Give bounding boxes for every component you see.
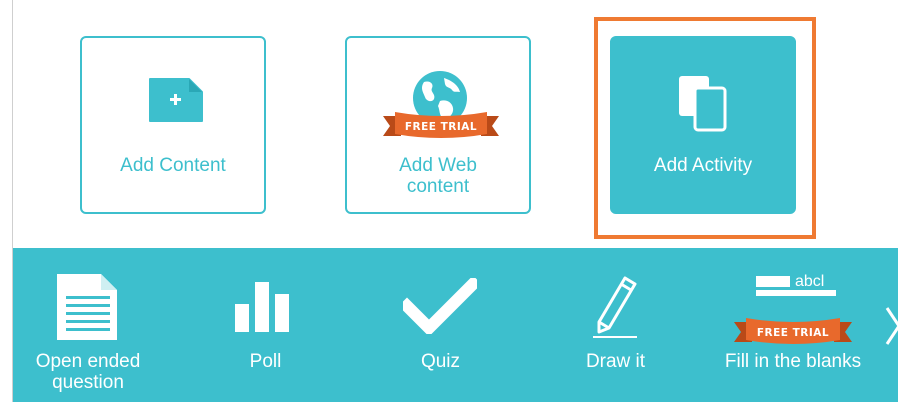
tool-draw-it-label: Draw it bbox=[585, 351, 646, 372]
content-options-panel: Add Content FREE TRIAL Add Web content A… bbox=[13, 0, 898, 248]
free-trial-badge-text: FREE TRIAL bbox=[405, 121, 477, 133]
add-document-icon bbox=[149, 78, 203, 122]
free-trial-ribbon: FREE TRIAL bbox=[383, 112, 499, 138]
document-lines-icon bbox=[57, 274, 117, 340]
add-activity-card[interactable]: Add Activity bbox=[610, 36, 796, 214]
tool-open-ended-label-line2: question bbox=[52, 372, 124, 393]
fill-blanks-free-trial-text: FREE TRIAL bbox=[757, 327, 829, 339]
copy-pages-icon bbox=[679, 76, 727, 132]
fill-blanks-icon-text: abcl bbox=[795, 273, 825, 290]
tool-poll[interactable]: Poll bbox=[203, 248, 328, 402]
free-trial-ribbon: FREE TRIAL bbox=[734, 318, 852, 344]
chevron-right-icon[interactable] bbox=[883, 304, 898, 348]
tool-open-ended-label-line1: Open ended bbox=[35, 351, 141, 372]
add-activity-label: Add Activity bbox=[653, 155, 753, 176]
add-content-card[interactable]: Add Content bbox=[80, 36, 266, 214]
tool-poll-label: Poll bbox=[249, 351, 282, 372]
add-web-content-card[interactable]: FREE TRIAL Add Web content bbox=[345, 36, 531, 214]
tool-draw-it[interactable]: Draw it bbox=[553, 248, 678, 402]
pencil-icon bbox=[593, 276, 637, 338]
tool-open-ended-question[interactable]: Open ended question bbox=[13, 248, 163, 402]
tool-fill-in-the-blanks[interactable]: abcl FREE TRIAL Fill in the blanks bbox=[708, 248, 878, 402]
tool-quiz-label: Quiz bbox=[420, 351, 461, 372]
checkmark-icon bbox=[403, 278, 477, 334]
tool-fill-in-the-blanks-label: Fill in the blanks bbox=[724, 351, 862, 372]
add-web-content-label-line2: content bbox=[406, 176, 470, 197]
tool-quiz[interactable]: Quiz bbox=[378, 248, 503, 402]
add-content-label: Add Content bbox=[120, 155, 226, 176]
bar-chart-icon bbox=[235, 282, 289, 332]
activity-picker: Add Content FREE TRIAL Add Web content A… bbox=[0, 0, 898, 402]
add-web-content-label-line1: Add Web bbox=[399, 155, 477, 176]
activity-toolbar: Open ended question Poll Quiz Draw it ab… bbox=[13, 248, 898, 402]
